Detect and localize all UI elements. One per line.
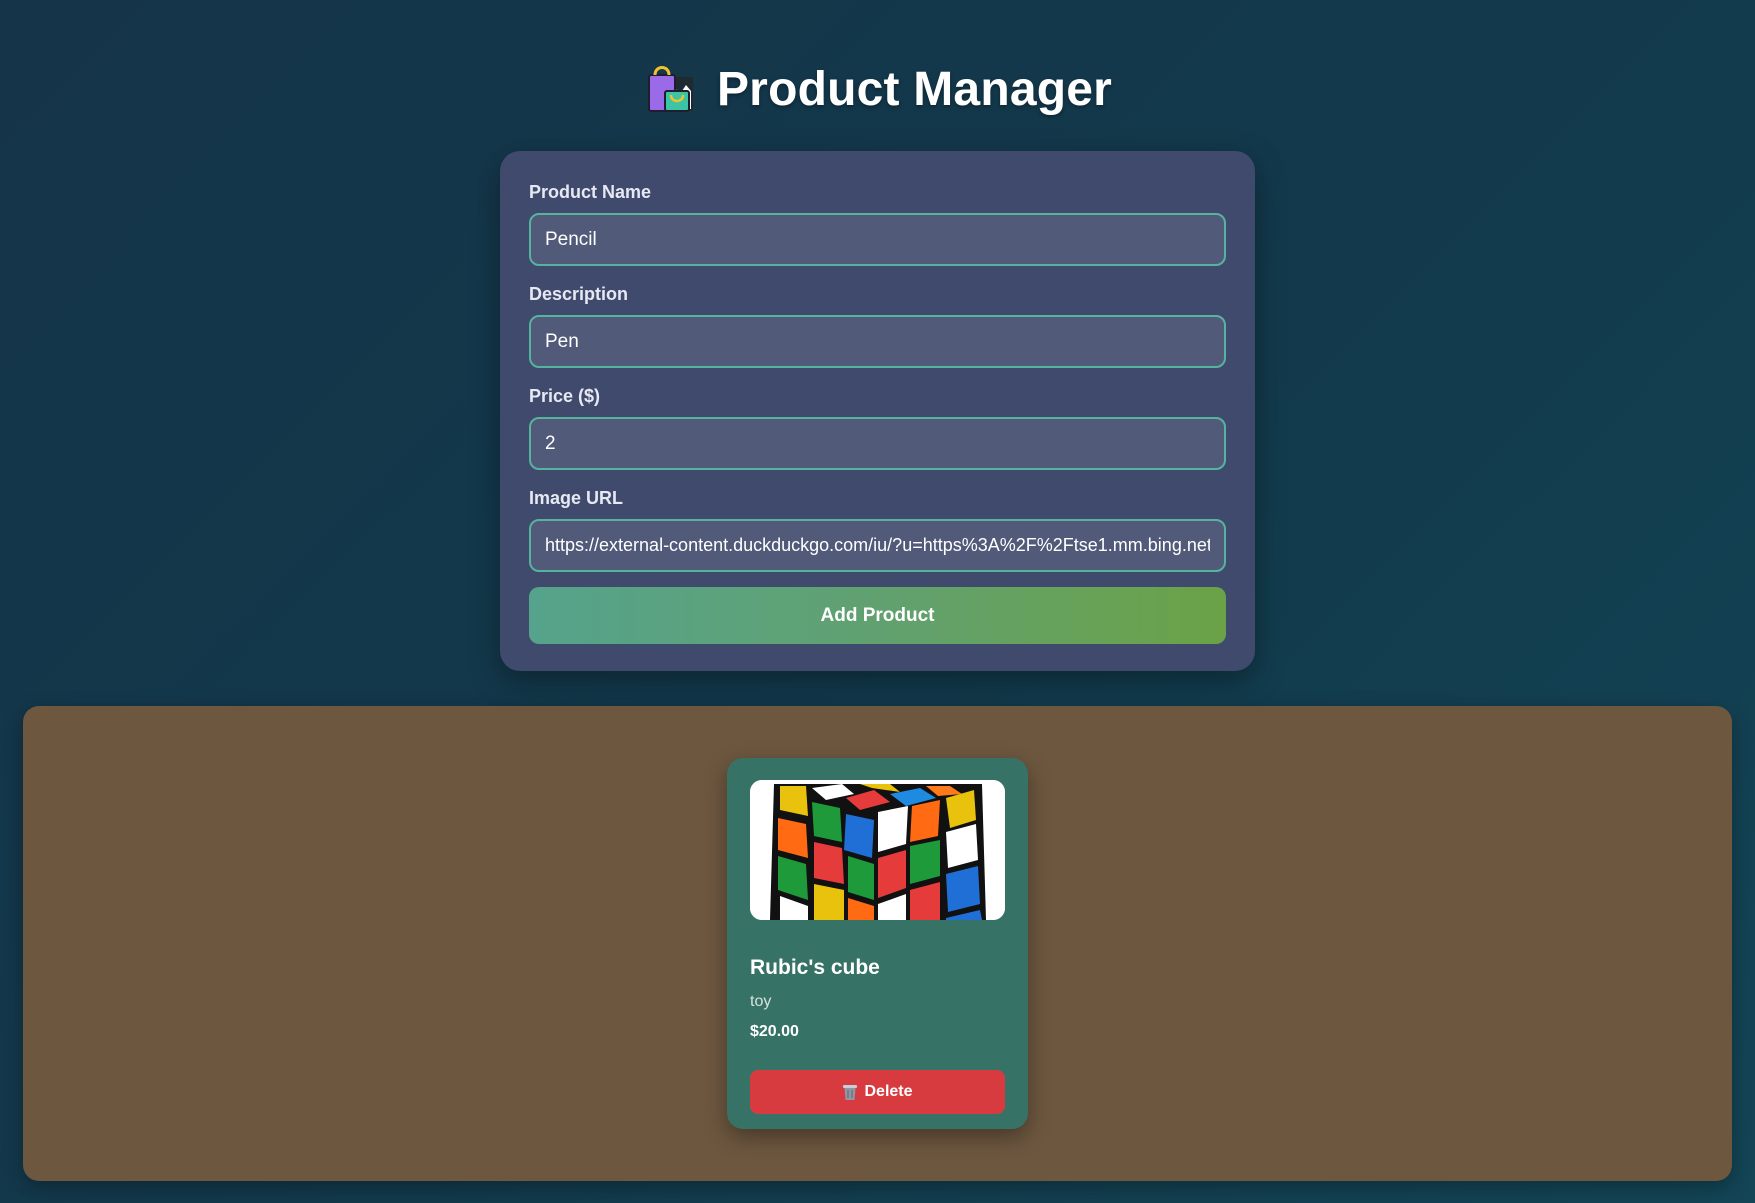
product-price: $20.00 — [750, 1023, 799, 1040]
rubiks-cube-image — [750, 780, 1005, 920]
description-field: Description — [529, 283, 1226, 368]
image-url-input[interactable] — [529, 519, 1226, 572]
page-title: Product Manager — [716, 62, 1113, 116]
image-url-label: Image URL — [529, 488, 624, 508]
price-label: Price ($) — [529, 386, 601, 406]
delete-button[interactable]: Delete — [750, 1070, 1005, 1114]
product-name-field: Product Name — [529, 181, 1226, 266]
shopping-bags-icon — [643, 61, 699, 117]
product-description: toy — [750, 993, 772, 1010]
add-product-button[interactable]: Add Product — [529, 587, 1226, 644]
description-label: Description — [529, 284, 629, 304]
product-name-label: Product Name — [529, 182, 652, 202]
add-product-form: Product Name Description Price ($) Image… — [500, 151, 1255, 671]
page-header: Product Manager — [0, 56, 1755, 122]
product-name-input[interactable] — [529, 213, 1226, 266]
product-name: Rubic's cube — [750, 956, 880, 979]
delete-button-label: Delete — [864, 1083, 913, 1100]
trash-icon — [842, 1083, 858, 1101]
price-field: Price ($) — [529, 385, 1226, 470]
image-url-field: Image URL — [529, 487, 1226, 572]
product-card: Rubic's cube toy $20.00 Delete — [727, 758, 1028, 1129]
description-input[interactable] — [529, 315, 1226, 368]
price-input[interactable] — [529, 417, 1226, 470]
